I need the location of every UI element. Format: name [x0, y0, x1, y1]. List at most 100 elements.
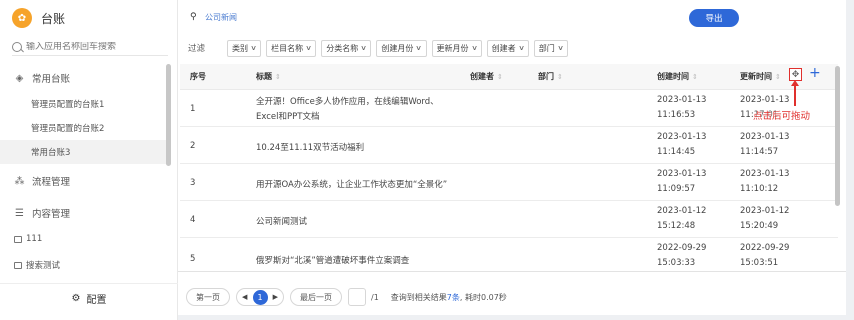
- cell-created-date: 2022-09-29: [657, 243, 707, 253]
- cell-title[interactable]: 公司新闻测试: [256, 215, 307, 227]
- chevron-down-icon: ∨: [360, 44, 368, 52]
- nav-group-common[interactable]: ◈ 常用台账: [0, 64, 170, 92]
- cell-index: 5: [190, 254, 196, 264]
- col-creator[interactable]: 创建者 ⇕: [470, 71, 503, 82]
- sidebar-item-search-test[interactable]: 搜索测试: [0, 253, 170, 277]
- filter-label: 过滤: [188, 44, 206, 54]
- cell-updated-date: 2023-01-13: [740, 169, 790, 179]
- cell-index: 2: [190, 141, 196, 151]
- cell-created-time: 11:14:45: [657, 147, 696, 157]
- col-header-label: 标题: [256, 72, 272, 81]
- sidebar-item-ledger-1[interactable]: 管理员配置的台账1: [0, 92, 170, 116]
- sort-icon[interactable]: ⇕: [692, 73, 698, 81]
- filter-chip-label: 创建月份: [381, 43, 414, 53]
- export-button[interactable]: 导出: [689, 9, 739, 27]
- main-panel: ⚲ 公司新闻 导出 过滤 类别 ∨ 栏目名称 ∨ 分类名称 ∨ 创建月份 ∨ 更新月份 ∨…: [178, 0, 846, 320]
- filter-chip-label: 创建者: [491, 43, 516, 53]
- breadcrumb-item[interactable]: 公司新闻: [205, 12, 237, 23]
- current-page-button[interactable]: 1: [252, 289, 268, 305]
- sort-icon[interactable]: ⇕: [775, 73, 781, 81]
- col-index: 序号: [190, 71, 206, 82]
- cell-created-time: 11:09:57: [657, 184, 696, 194]
- table-row[interactable]: 2 10.24至11.11双节活动福利 2023-01-13 11:14:45 …: [180, 127, 838, 164]
- filter-created-month[interactable]: 创建月份 ∨: [376, 39, 427, 57]
- result-info: 查询到相关结果7条, 耗时0.07秒: [391, 292, 507, 303]
- sidebar-item-ledger-2[interactable]: 管理员配置的台账2: [0, 116, 170, 140]
- sort-icon[interactable]: ⇕: [497, 73, 503, 81]
- chevron-down-icon: ∨: [250, 44, 257, 52]
- filter-chip-label: 栏目名称: [271, 43, 304, 53]
- drag-hint-annotation: 点击后可拖动: [753, 111, 811, 122]
- add-column-button[interactable]: +: [809, 65, 821, 81]
- search-box[interactable]: [12, 38, 168, 56]
- cell-title[interactable]: 俄罗斯对“北溪”管道遭破坏事件立案调查: [256, 254, 409, 266]
- filter-category[interactable]: 类别 ∨: [227, 39, 262, 57]
- cell-title[interactable]: 用开源OA办公系统，让企业工作状态更加“全景化”: [256, 178, 447, 190]
- filter-dept[interactable]: 部门 ∨: [533, 39, 568, 57]
- search-input[interactable]: [26, 41, 164, 52]
- page-nav: ◀ 1 ▶: [236, 288, 284, 306]
- sort-icon[interactable]: ⇕: [275, 73, 281, 81]
- nav-group-label: 常用台账: [32, 74, 71, 85]
- result-info-prefix: 查询到相关结果: [390, 292, 447, 302]
- filter-chip-label: 更新月份: [436, 43, 469, 53]
- cell-created-date: 2023-01-12: [657, 206, 707, 216]
- table-scrollbar[interactable]: [835, 66, 840, 206]
- cell-updated-date: 2023-01-12: [740, 206, 790, 216]
- cell-created-date: 2023-01-13: [657, 95, 707, 105]
- config-label: 配置: [86, 295, 107, 306]
- table-row[interactable]: 3 用开源OA办公系统，让企业工作状态更加“全景化” 2023-01-13 11…: [180, 164, 838, 201]
- filter-chip-label: 分类名称: [326, 43, 359, 53]
- flow-icon: ⁂: [14, 175, 25, 187]
- filter-updated-month[interactable]: 更新月份 ∨: [431, 39, 482, 57]
- annotation-arrow: [791, 80, 799, 106]
- gear-icon: ⚙: [71, 293, 81, 304]
- page-number-input[interactable]: [348, 288, 366, 306]
- cell-updated-time: 11:14:57: [740, 147, 779, 157]
- layers-icon: ◈: [15, 72, 24, 84]
- sidebar-item-111[interactable]: 111: [0, 227, 170, 251]
- nav-group-label: 流程管理: [32, 177, 71, 188]
- move-icon: ✥: [791, 69, 800, 80]
- filter-creator[interactable]: 创建者 ∨: [486, 39, 529, 57]
- config-button[interactable]: ⚙ 配置: [0, 283, 178, 313]
- filter-chip-label: 部门: [538, 43, 555, 53]
- brand: ✿ 台账: [12, 8, 65, 28]
- first-page-button[interactable]: 第一页: [186, 288, 230, 306]
- location-pin-icon: ⚲: [190, 12, 197, 22]
- cell-created-date: 2023-01-13: [657, 169, 707, 179]
- cell-updated-date: 2023-01-13: [740, 95, 790, 105]
- last-page-button[interactable]: 最后一页: [290, 288, 342, 306]
- folder-icon: [14, 235, 22, 243]
- table-row[interactable]: 1 全开源！Office多人协作应用，在线编辑Word、 Excel和PPT文档…: [180, 90, 838, 127]
- cell-updated-time: 15:03:51: [740, 258, 779, 268]
- sidebar: ✿ 台账 ◈ 常用台账 管理员配置的台账1 管理员配置的台账2 常用台账3 ⁂ …: [0, 0, 178, 320]
- chevron-down-icon: ∨: [305, 44, 313, 52]
- cell-title[interactable]: 10.24至11.11双节活动福利: [256, 141, 364, 153]
- col-dept[interactable]: 部门 ⇕: [538, 71, 563, 82]
- sort-icon[interactable]: ⇕: [557, 73, 563, 81]
- nav-group-flow[interactable]: ⁂ 流程管理: [0, 167, 170, 195]
- filter-class-name[interactable]: 分类名称 ∨: [321, 39, 372, 57]
- prev-page-icon[interactable]: ◀: [242, 293, 247, 301]
- cell-title[interactable]: 全开源！Office多人协作应用，在线编辑Word、: [256, 95, 439, 107]
- data-table: 序号 标题 ⇕ 创建者 ⇕ 部门 ⇕ 创建时间 ⇕ 更新时间 ⇕: [180, 64, 838, 90]
- sidebar-scrollbar[interactable]: [166, 64, 171, 166]
- col-updated[interactable]: 更新时间 ⇕: [740, 71, 781, 82]
- cell-updated-date: 2022-09-29: [740, 243, 790, 253]
- table-row[interactable]: 5 俄罗斯对“北溪”管道遭破坏事件立案调查 2022-09-29 15:03:3…: [180, 238, 838, 271]
- next-page-icon[interactable]: ▶: [273, 293, 278, 301]
- sidebar-item-ledger-3[interactable]: 常用台账3: [0, 140, 170, 164]
- list-icon: ☰: [15, 207, 24, 219]
- cell-title-line2[interactable]: Excel和PPT文档: [256, 110, 319, 122]
- sidebar-item-label: 搜索测试: [26, 261, 61, 271]
- cell-created-time: 11:16:53: [657, 110, 696, 120]
- col-created[interactable]: 创建时间 ⇕: [657, 71, 698, 82]
- app-window: ✿ 台账 ◈ 常用台账 管理员配置的台账1 管理员配置的台账2 常用台账3 ⁂ …: [0, 0, 854, 320]
- col-title[interactable]: 标题 ⇕: [256, 71, 281, 82]
- nav-group-content[interactable]: ☰ 内容管理: [0, 199, 170, 227]
- filter-chip-label: 类别: [232, 43, 249, 53]
- chevron-down-icon: ∨: [517, 44, 525, 52]
- filter-column-name[interactable]: 栏目名称 ∨: [266, 39, 317, 57]
- table-row[interactable]: 4 公司新闻测试 2023-01-12 15:12:48 2023-01-12 …: [180, 201, 838, 238]
